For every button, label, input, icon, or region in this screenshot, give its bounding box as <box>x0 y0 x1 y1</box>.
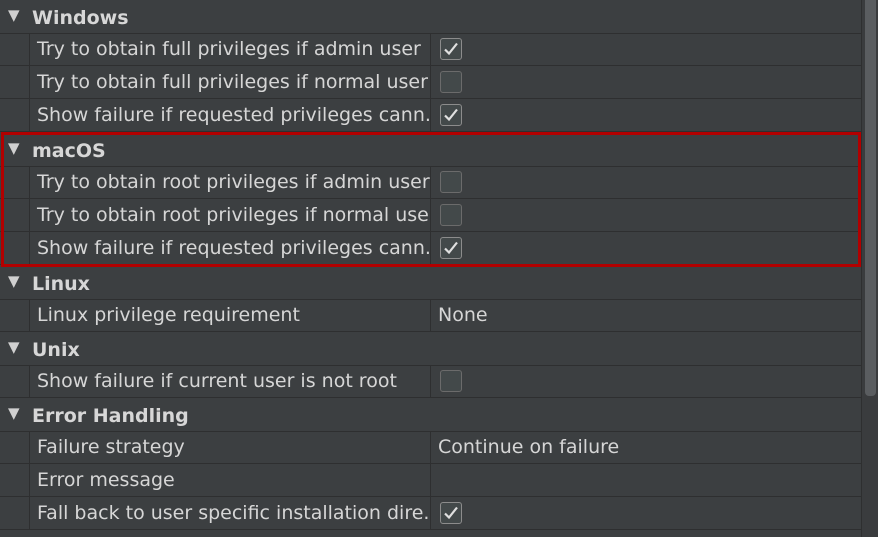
section-title: Unix <box>32 339 80 361</box>
property-label: Show failure if current user is not root <box>30 365 431 398</box>
property-row: Try to obtain root privileges if admin u… <box>0 166 861 199</box>
section-header-macos[interactable]: ▼ macOS <box>0 135 861 167</box>
section-header-windows[interactable]: ▼ Windows <box>0 2 861 34</box>
vertical-scrollbar[interactable] <box>861 0 878 537</box>
property-value[interactable]: Continue on failure <box>431 431 861 464</box>
checkmark-icon <box>444 241 458 255</box>
checkmark-icon <box>444 506 458 520</box>
property-row: Linux privilege requirement None <box>0 299 861 332</box>
property-row: Show failure if current user is not root <box>0 365 861 398</box>
property-value <box>431 497 861 530</box>
expand-triangle-icon[interactable]: ▼ <box>8 404 20 422</box>
checkbox-checked[interactable] <box>440 38 462 60</box>
property-row: Try to obtain full privileges if normal … <box>0 66 861 99</box>
property-row: Show failure if requested privileges can… <box>0 99 861 132</box>
expand-triangle-icon[interactable]: ▼ <box>8 338 20 356</box>
property-value[interactable]: None <box>431 299 861 332</box>
property-value <box>431 166 861 199</box>
property-value[interactable] <box>431 464 861 497</box>
section-header-linux[interactable]: ▼ Linux <box>0 268 861 300</box>
section-title: macOS <box>32 140 106 162</box>
property-label: Fall back to user specific installation … <box>30 497 431 530</box>
property-row: Try to obtain root privileges if normal … <box>0 199 861 232</box>
property-label: Try to obtain full privileges if admin u… <box>30 33 431 66</box>
property-value <box>431 66 861 99</box>
checkbox-unchecked[interactable] <box>440 171 462 193</box>
checkbox-unchecked[interactable] <box>440 204 462 226</box>
property-label: Try to obtain root privileges if admin u… <box>30 166 431 199</box>
expand-triangle-icon[interactable]: ▼ <box>8 139 20 157</box>
properties-grid: ▼ Windows Try to obtain full privileges … <box>0 0 861 537</box>
section-title: Linux <box>32 273 90 295</box>
checkbox-checked[interactable] <box>440 237 462 259</box>
property-row: Fall back to user specific installation … <box>0 497 861 530</box>
property-value <box>431 365 861 398</box>
property-label: Linux privilege requirement <box>30 299 431 332</box>
expand-triangle-icon[interactable]: ▼ <box>8 272 20 290</box>
checkbox-checked[interactable] <box>440 104 462 126</box>
property-row: Show failure if requested privileges can… <box>0 232 861 265</box>
property-row: Error message <box>0 464 861 497</box>
property-row: Failure strategy Continue on failure <box>0 431 861 464</box>
checkbox-checked[interactable] <box>440 502 462 524</box>
property-value <box>431 99 861 132</box>
section-title: Error Handling <box>32 405 189 427</box>
section-header-unix[interactable]: ▼ Unix <box>0 334 861 366</box>
expand-triangle-icon[interactable]: ▼ <box>8 6 20 24</box>
checkbox-unchecked[interactable] <box>440 71 462 93</box>
property-label: Try to obtain full privileges if normal … <box>30 66 431 99</box>
property-label: Show failure if requested privileges can… <box>30 99 431 132</box>
property-row: Try to obtain full privileges if admin u… <box>0 33 861 66</box>
checkbox-unchecked[interactable] <box>440 370 462 392</box>
property-label: Error message <box>30 464 431 497</box>
property-value <box>431 232 861 265</box>
property-label: Show failure if requested privileges can… <box>30 232 431 265</box>
property-label: Try to obtain root privileges if normal … <box>30 199 431 232</box>
section-header-error-handling[interactable]: ▼ Error Handling <box>0 400 861 432</box>
section-title: Windows <box>32 7 129 29</box>
checkmark-icon <box>444 42 458 56</box>
property-value <box>431 199 861 232</box>
property-label: Failure strategy <box>30 431 431 464</box>
scrollbar-thumb[interactable] <box>865 0 876 396</box>
checkmark-icon <box>444 108 458 122</box>
property-value <box>431 33 861 66</box>
